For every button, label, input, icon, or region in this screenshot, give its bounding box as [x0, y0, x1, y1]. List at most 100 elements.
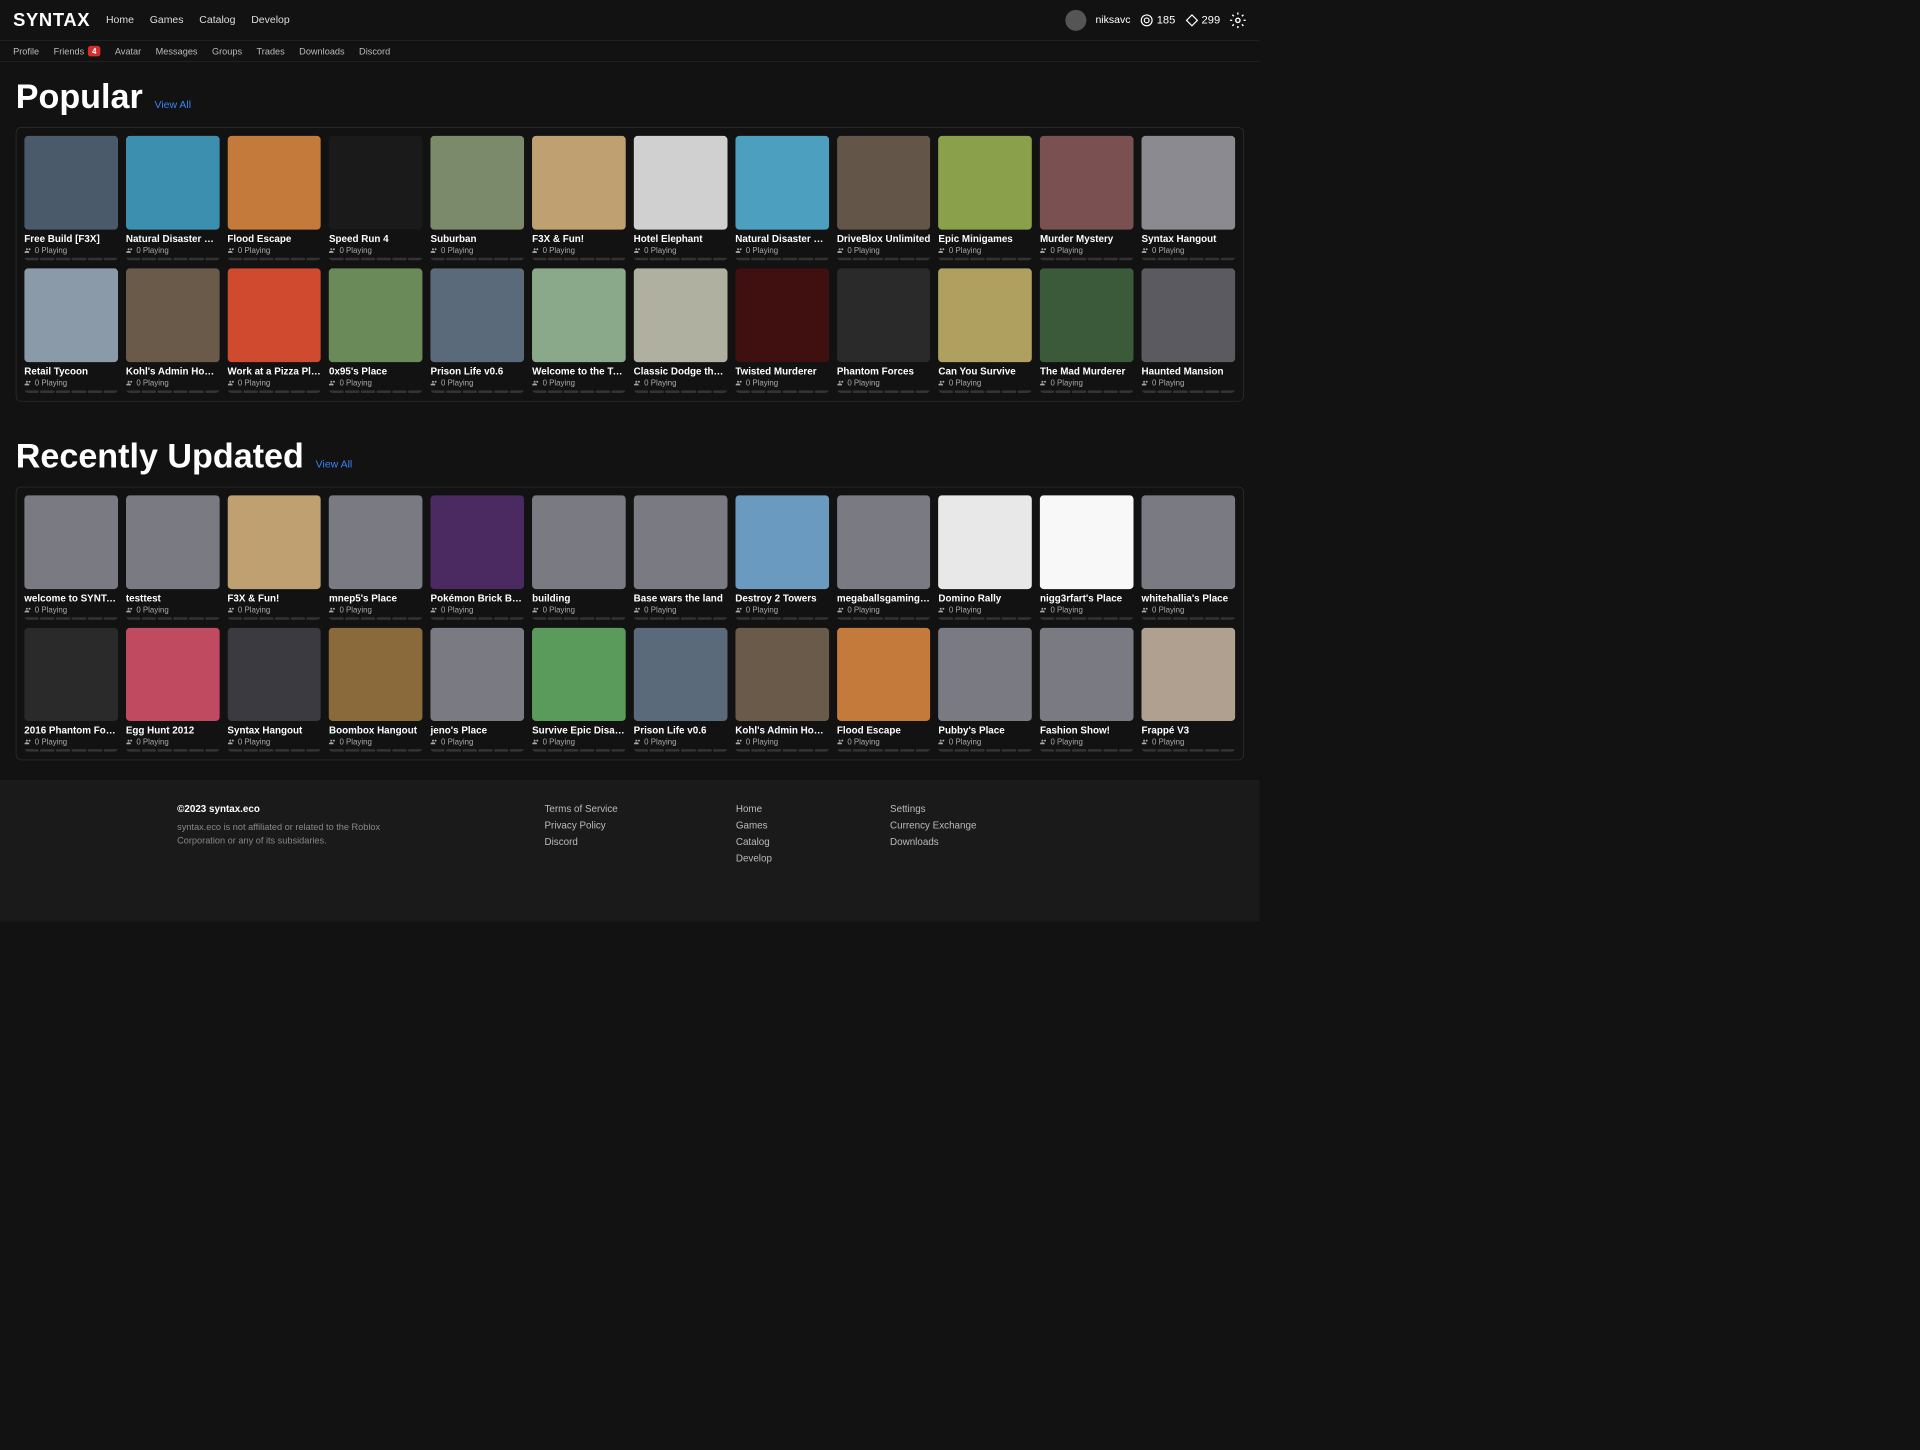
- footer-link[interactable]: Terms of Service: [544, 804, 617, 815]
- nav-develop[interactable]: Develop: [251, 14, 290, 26]
- game-card[interactable]: Survive Epic Disasters0 Playing: [532, 627, 626, 752]
- footer-link[interactable]: Games: [736, 820, 772, 831]
- game-card[interactable]: Kohl's Admin House0 Playing: [126, 268, 220, 393]
- game-card[interactable]: Prison Life v0.60 Playing: [634, 627, 728, 752]
- footer-link[interactable]: Privacy Policy: [544, 820, 617, 831]
- rating-bar: [532, 258, 626, 261]
- subnav-discord[interactable]: Discord: [359, 46, 390, 56]
- footer-link[interactable]: Discord: [544, 837, 617, 848]
- game-card[interactable]: DriveBlox Unlimited0 Playing: [837, 136, 931, 261]
- game-thumbnail: [1142, 627, 1236, 721]
- game-card[interactable]: Pubby's Place0 Playing: [938, 627, 1032, 752]
- view-all-link[interactable]: View All: [155, 100, 192, 112]
- footer-link[interactable]: Home: [736, 804, 772, 815]
- subnav-profile[interactable]: Profile: [13, 46, 39, 56]
- game-card[interactable]: Welcome to the Town0 Playing: [532, 268, 626, 393]
- game-card[interactable]: Domino Rally0 Playing: [938, 495, 1032, 620]
- username[interactable]: niksavc: [1095, 14, 1130, 26]
- game-title: Twisted Murderer: [735, 366, 829, 377]
- subnav-messages[interactable]: Messages: [156, 46, 198, 56]
- game-card[interactable]: Can You Survive0 Playing: [938, 268, 1032, 393]
- game-card[interactable]: Syntax Hangout0 Playing: [227, 627, 321, 752]
- game-card[interactable]: Syntax Hangout0 Playing: [1142, 136, 1236, 261]
- playing-count: 0 Playing: [329, 378, 423, 387]
- game-card[interactable]: Base wars the land0 Playing: [634, 495, 728, 620]
- game-title: whitehallia's Place: [1142, 593, 1236, 604]
- game-card[interactable]: megaballsgaming's Place0 Playing: [837, 495, 931, 620]
- game-title: Retail Tycoon: [24, 366, 118, 377]
- rating-bar: [837, 258, 931, 261]
- footer-link[interactable]: Downloads: [890, 837, 976, 848]
- game-card[interactable]: Prison Life v0.60 Playing: [431, 268, 525, 393]
- rating-bar: [431, 390, 525, 393]
- game-card[interactable]: building0 Playing: [532, 495, 626, 620]
- nav-games[interactable]: Games: [150, 14, 184, 26]
- rating-bar: [735, 749, 829, 752]
- game-card[interactable]: F3X & Fun!0 Playing: [532, 136, 626, 261]
- game-card[interactable]: Twisted Murderer0 Playing: [735, 268, 829, 393]
- game-card[interactable]: welcome to SYNTAX0 Playing: [24, 495, 118, 620]
- game-card[interactable]: Murder Mystery0 Playing: [1040, 136, 1134, 261]
- game-title: Boombox Hangout: [329, 725, 423, 736]
- footer-link[interactable]: Settings: [890, 804, 976, 815]
- game-card[interactable]: Boombox Hangout0 Playing: [329, 627, 423, 752]
- nav-home[interactable]: Home: [106, 14, 134, 26]
- game-card[interactable]: jeno's Place0 Playing: [431, 627, 525, 752]
- game-card[interactable]: Work at a Pizza Place0 Playing: [227, 268, 321, 393]
- footer-link[interactable]: Currency Exchange: [890, 820, 976, 831]
- game-card[interactable]: Retail Tycoon0 Playing: [24, 268, 118, 393]
- subnav-avatar[interactable]: Avatar: [115, 46, 141, 56]
- footer-link[interactable]: Develop: [736, 853, 772, 864]
- game-card[interactable]: Flood Escape0 Playing: [227, 136, 321, 261]
- game-card[interactable]: mnep5's Place0 Playing: [329, 495, 423, 620]
- playing-count: 0 Playing: [735, 246, 829, 255]
- playing-count: 0 Playing: [329, 246, 423, 255]
- subnav-groups[interactable]: Groups: [212, 46, 242, 56]
- logo[interactable]: SYNTAX: [13, 10, 90, 31]
- game-thumbnail: [735, 268, 829, 362]
- game-card[interactable]: Natural Disaster Modded Survival0 Playin…: [735, 136, 829, 261]
- game-card[interactable]: Pokémon Brick Bronze0 Playing: [431, 495, 525, 620]
- game-card[interactable]: whitehallia's Place0 Playing: [1142, 495, 1236, 620]
- game-card[interactable]: 0x95's Place0 Playing: [329, 268, 423, 393]
- game-card[interactable]: Hotel Elephant0 Playing: [634, 136, 728, 261]
- game-card[interactable]: testtest0 Playing: [126, 495, 220, 620]
- subnav-downloads[interactable]: Downloads: [299, 46, 344, 56]
- game-thumbnail: [329, 627, 423, 721]
- game-card[interactable]: Haunted Mansion0 Playing: [1142, 268, 1236, 393]
- game-title: building: [532, 593, 626, 604]
- game-card[interactable]: Free Build [F3X]0 Playing: [24, 136, 118, 261]
- game-card[interactable]: Natural Disaster Survival0 Playing: [126, 136, 220, 261]
- game-card[interactable]: Speed Run 40 Playing: [329, 136, 423, 261]
- game-thumbnail: [735, 136, 829, 230]
- robux-balance[interactable]: 185: [1140, 13, 1176, 27]
- game-card[interactable]: Kohl's Admin House0 Playing: [735, 627, 829, 752]
- avatar[interactable]: [1065, 10, 1086, 31]
- game-card[interactable]: 2016 Phantom Forces0 Playing: [24, 627, 118, 752]
- game-card[interactable]: Destroy 2 Towers0 Playing: [735, 495, 829, 620]
- game-card[interactable]: nigg3rfart's Place0 Playing: [1040, 495, 1134, 620]
- view-all-link[interactable]: View All: [316, 459, 353, 471]
- tix-balance[interactable]: 299: [1184, 13, 1220, 27]
- playing-count: 0 Playing: [431, 605, 525, 614]
- tix-amount: 299: [1202, 13, 1221, 26]
- game-card[interactable]: Fashion Show!0 Playing: [1040, 627, 1134, 752]
- footer-link[interactable]: Catalog: [736, 837, 772, 848]
- rating-bar: [532, 749, 626, 752]
- game-card[interactable]: Phantom Forces0 Playing: [837, 268, 931, 393]
- game-card[interactable]: Flood Escape0 Playing: [837, 627, 931, 752]
- settings-icon[interactable]: [1229, 11, 1246, 28]
- subnav-friends[interactable]: Friends4: [54, 46, 101, 56]
- game-card[interactable]: Frappé V30 Playing: [1142, 627, 1236, 752]
- subnav-trades[interactable]: Trades: [257, 46, 285, 56]
- game-card[interactable]: Egg Hunt 20120 Playing: [126, 627, 220, 752]
- game-card[interactable]: Epic Minigames0 Playing: [938, 136, 1032, 261]
- game-card[interactable]: The Mad Murderer0 Playing: [1040, 268, 1134, 393]
- nav-catalog[interactable]: Catalog: [199, 14, 235, 26]
- playing-count: 0 Playing: [938, 246, 1032, 255]
- game-card[interactable]: Classic Dodge the Teapots0 Playing: [634, 268, 728, 393]
- robux-amount: 185: [1157, 13, 1176, 26]
- game-title: Flood Escape: [227, 233, 321, 244]
- game-card[interactable]: Suburban0 Playing: [431, 136, 525, 261]
- game-card[interactable]: F3X & Fun!0 Playing: [227, 495, 321, 620]
